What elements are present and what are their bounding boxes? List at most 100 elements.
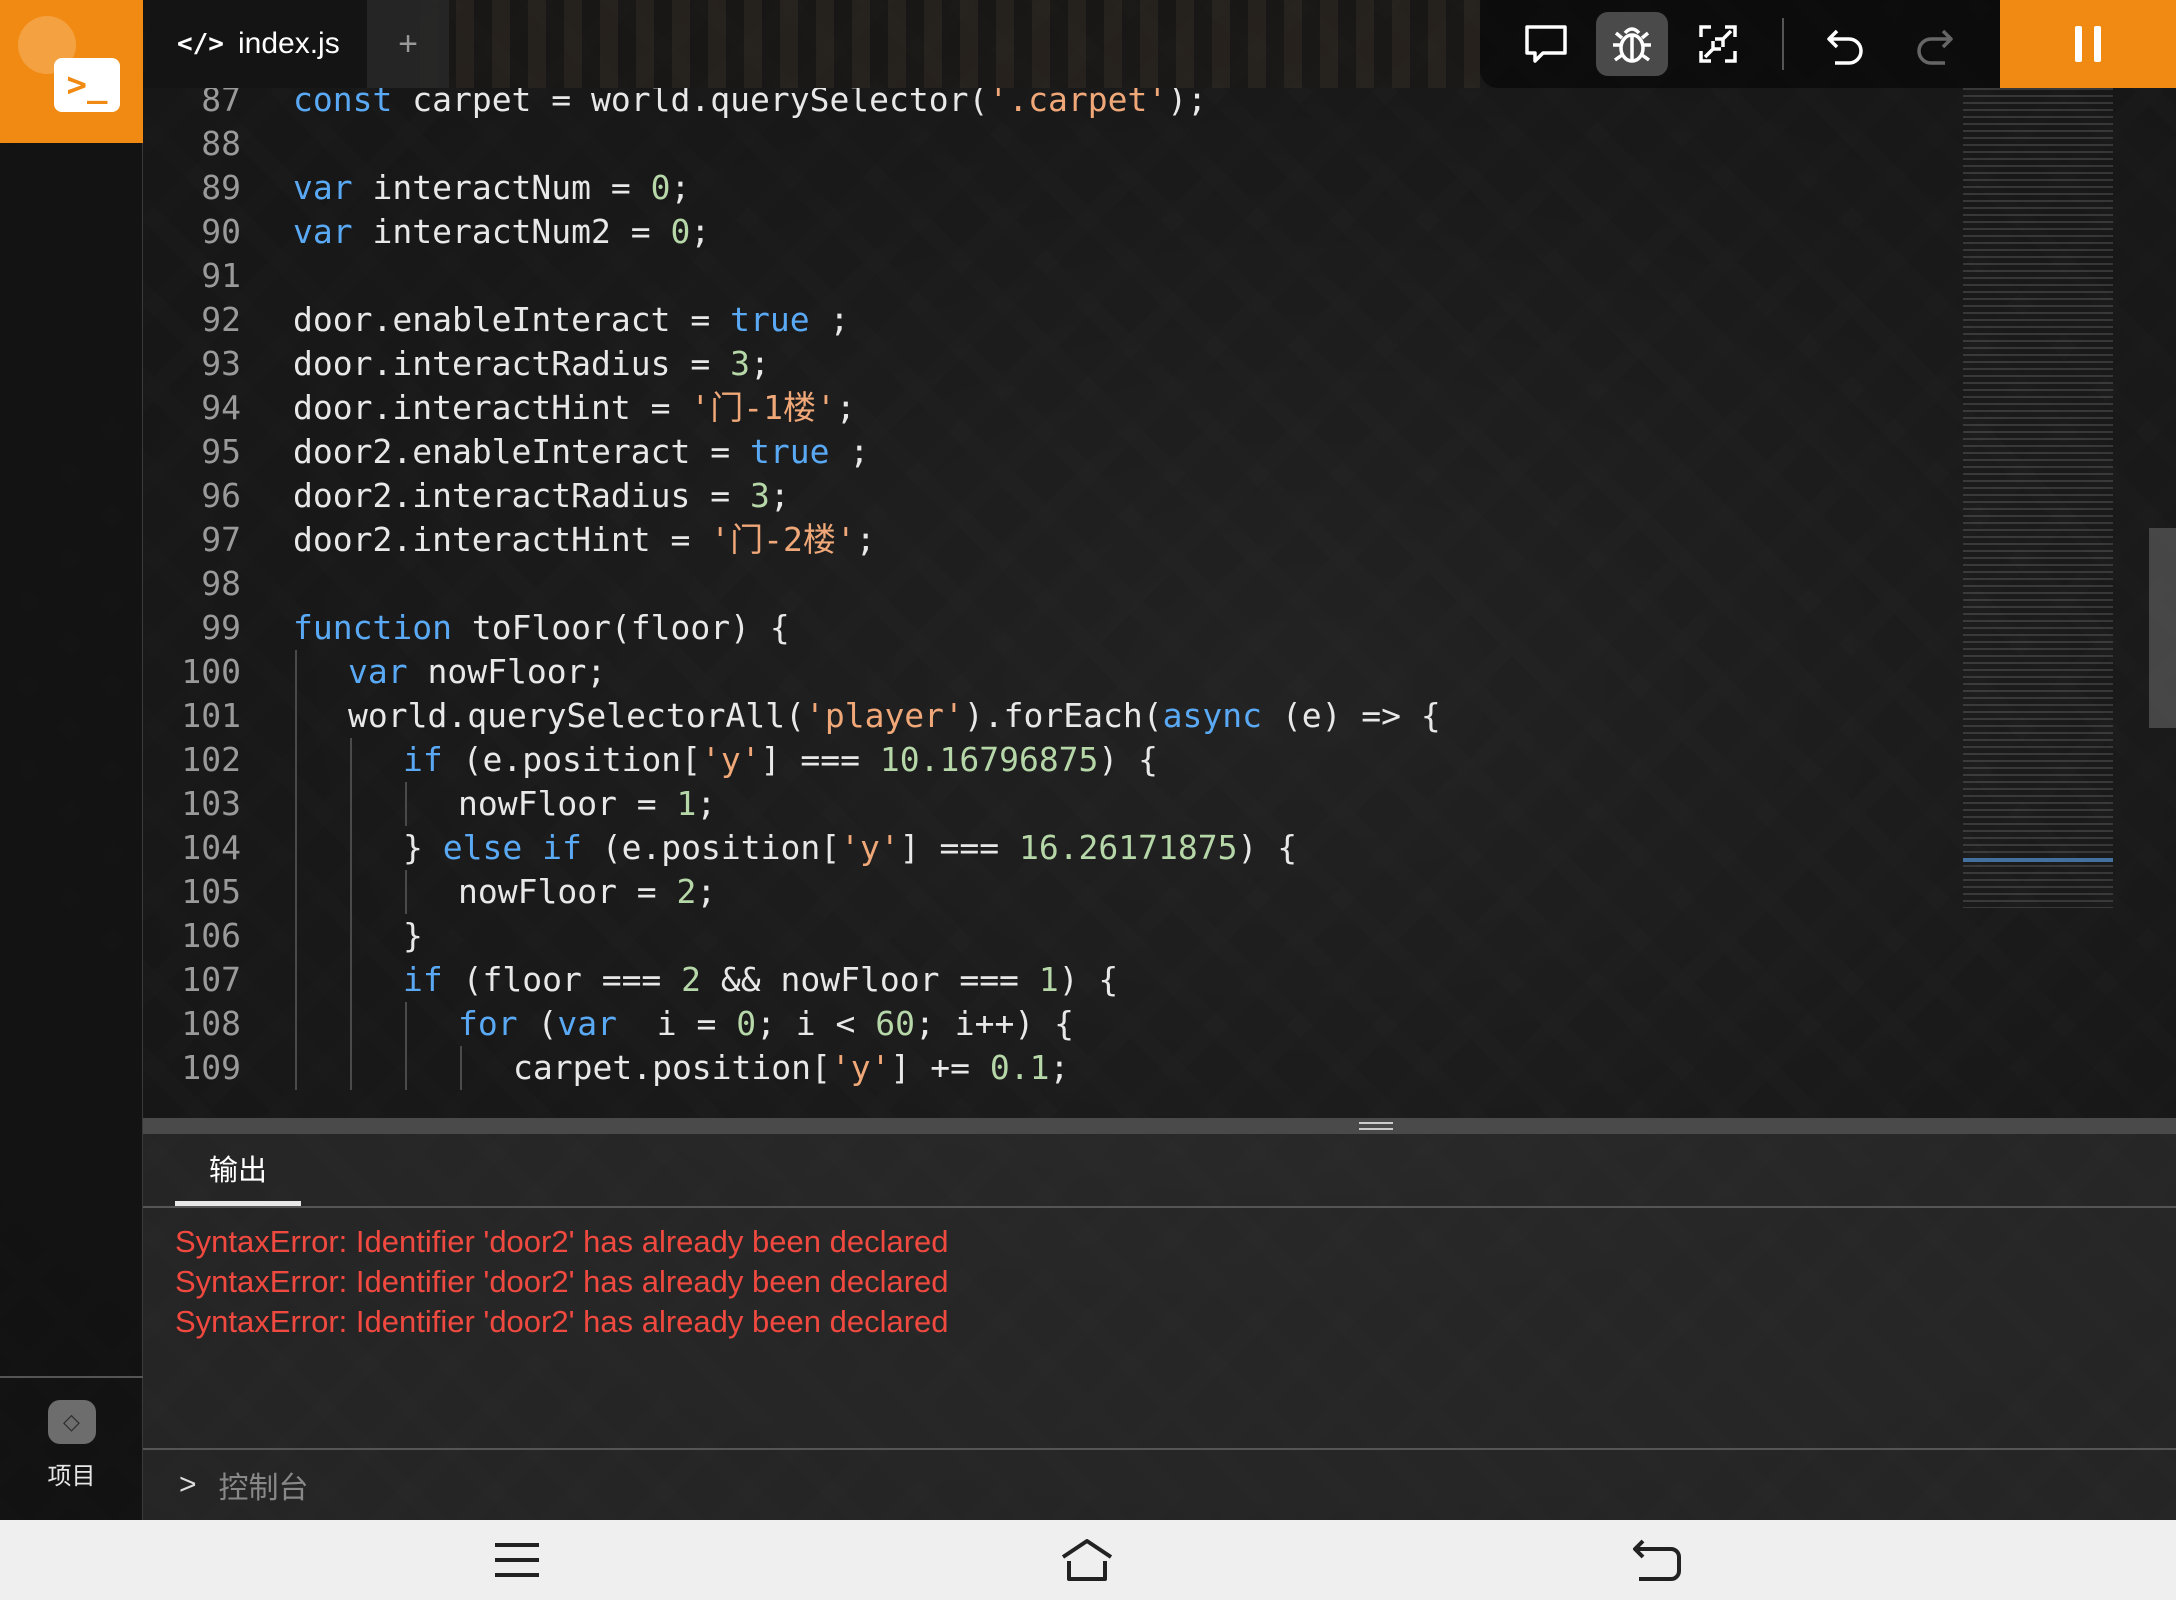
panel-splitter[interactable] (143, 1118, 2176, 1134)
indent-guide (295, 826, 297, 870)
toolbar-divider (1782, 18, 1784, 70)
indent-guide (295, 782, 297, 826)
minimap-viewport (1963, 858, 2113, 862)
indent-guide (350, 782, 352, 826)
code-token: carpet = world.querySelector( (412, 88, 989, 119)
chevron-right-icon: > (179, 1468, 197, 1501)
code-icon: </> (177, 29, 224, 59)
add-tab-button[interactable]: + (367, 0, 449, 88)
code-token: (e) => { (1281, 696, 1441, 735)
code-token: ; (696, 784, 717, 823)
code-token: ] === (899, 828, 1019, 867)
code-token: const (293, 88, 393, 119)
indent-guide (350, 1046, 352, 1090)
tab-output[interactable]: 输出 (175, 1134, 301, 1206)
code-token: ).forEach( (963, 696, 1163, 735)
line-number: 105 (181, 872, 241, 911)
pause-button[interactable] (2000, 0, 2176, 88)
code-token: world.querySelectorAll( (348, 696, 805, 735)
chat-button[interactable] (1510, 12, 1582, 76)
line-number: 94 (201, 388, 241, 427)
line-number: 106 (181, 916, 241, 955)
output-divider (143, 1206, 2176, 1208)
code-text: const carpet = world.querySelector('.car… (293, 88, 1207, 122)
indent-guide (350, 738, 352, 782)
minimap[interactable] (1963, 88, 2113, 908)
code-text: } (403, 914, 423, 958)
shrink-button[interactable] (1682, 12, 1754, 76)
code-token: ] += (890, 1048, 990, 1087)
code-token: ; (769, 476, 790, 515)
undo-button[interactable] (1810, 12, 1882, 76)
indent-guide (350, 870, 352, 914)
console-toggle[interactable]: > 控制台 (143, 1448, 2176, 1520)
code-text: for (var i = 0; i < 60; i++) { (458, 1002, 1074, 1046)
tab-title: index.js (237, 27, 340, 60)
code-token: true (730, 300, 810, 339)
line-number: 93 (201, 344, 241, 383)
console-label: 控制台 (218, 1472, 309, 1505)
code-token: ; (696, 872, 717, 911)
indent-guide (295, 738, 297, 782)
code-token: toFloor(floor) { (471, 608, 790, 647)
code-text: door.interactHint = '门-1楼'; (293, 386, 856, 430)
line-number: 95 (201, 432, 241, 471)
back-button[interactable] (1622, 1532, 1692, 1588)
sidebar-divider (0, 1376, 143, 1378)
home-button[interactable] (1052, 1532, 1122, 1588)
code-token: ; (849, 432, 870, 471)
menu-button[interactable] (482, 1532, 552, 1588)
code-token: 'y' (701, 740, 761, 779)
code-token: ; (855, 520, 876, 559)
code-token: interactNum = (372, 168, 651, 207)
indent-guide (350, 1002, 352, 1046)
system-nav-bar (0, 1520, 2176, 1600)
code-token: (e.position[ (462, 740, 702, 779)
code-token: door.interactHint = (293, 388, 691, 427)
code-token: ; i++) { (915, 1004, 1074, 1043)
line-number: 92 (201, 300, 241, 339)
indent-guide (405, 1002, 407, 1046)
code-token: 1 (676, 784, 697, 823)
code-text: nowFloor = 2; (458, 870, 716, 914)
project-button[interactable]: ◇ 项目 (0, 1400, 143, 1500)
bug-icon (1613, 27, 1651, 63)
back-icon (1633, 1539, 1681, 1581)
code-token: ) { (1058, 960, 1119, 999)
error-log: SyntaxError: Identifier 'door2' has alre… (175, 1222, 949, 1342)
line-number: 88 (201, 124, 241, 163)
debug-button[interactable] (1596, 12, 1668, 76)
indent-guide (405, 870, 407, 914)
code-token: (e.position[ (601, 828, 841, 867)
terminal-icon: >_ (54, 58, 120, 112)
app-logo-button[interactable]: >_ (0, 0, 143, 143)
code-text: world.querySelectorAll('player').forEach… (348, 694, 1441, 738)
code-token: ; (749, 344, 770, 383)
code-token: '门-2楼' (710, 520, 856, 559)
code-token: if (403, 740, 443, 779)
code-token: ] === (760, 740, 880, 779)
code-token: } (403, 828, 443, 867)
code-text: } else if (e.position['y'] === 16.261718… (403, 826, 1297, 870)
redo-button[interactable] (1898, 12, 1970, 76)
line-number: 101 (181, 696, 241, 735)
shrink-icon (1699, 25, 1737, 63)
code-token: 'y' (830, 1048, 891, 1087)
editor-scrollbar[interactable] (2149, 528, 2176, 728)
code-token: 0 (650, 168, 671, 207)
project-label: 项目 (47, 1463, 96, 1490)
cube-icon: ◇ (47, 1400, 96, 1444)
indent-guide (460, 1046, 462, 1090)
undo-icon (1827, 29, 1863, 65)
code-editor[interactable]: 87 const carpet = world.querySelector('.c… (143, 88, 2176, 1118)
chat-icon (1525, 25, 1567, 63)
drag-handle-icon (1359, 1122, 1393, 1130)
code-token: nowFloor = (458, 784, 677, 823)
code-token: ; (1049, 1048, 1070, 1087)
line-number: 90 (201, 212, 241, 251)
code-token: else if (442, 828, 582, 867)
line-number: 109 (181, 1048, 241, 1087)
code-token: true (749, 432, 830, 471)
code-token: ; (690, 212, 711, 251)
tab-index-js[interactable]: </> index.js (145, 0, 367, 88)
